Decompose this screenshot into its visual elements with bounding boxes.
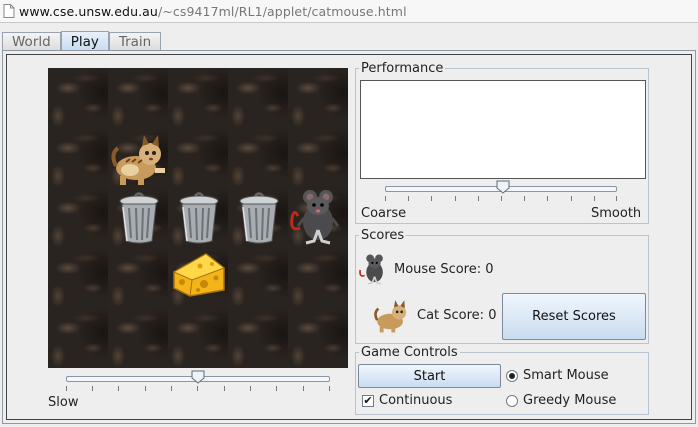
performance-graph [360, 80, 646, 179]
game-controls-title: Game Controls [361, 345, 458, 360]
cat-sprite [111, 135, 165, 185]
mouse-score-value: 0 [485, 262, 494, 277]
performance-slider-thumb[interactable] [496, 180, 510, 194]
tab-bar: World Play Train [2, 31, 162, 51]
tab-train[interactable]: Train [108, 32, 162, 51]
cheese-sprite [172, 253, 226, 297]
start-button[interactable]: Start [358, 364, 501, 388]
tab-play[interactable]: Play [60, 31, 109, 51]
url-text: www.cse.unsw.edu.au/~cs9417ml/RL1/applet… [19, 3, 407, 19]
reset-scores-button[interactable]: Reset Scores [502, 293, 646, 340]
smart-mouse-radio[interactable] [506, 370, 518, 382]
cat-score-value: 0 [488, 308, 497, 323]
speed-slider[interactable] [66, 370, 330, 392]
cat-score-label: Cat Score: [417, 308, 485, 323]
trash-can-1 [119, 192, 159, 244]
mouse-score-label: Mouse Score: [394, 262, 482, 277]
mouse-sprite [290, 190, 340, 245]
performance-smooth-label: Smooth [591, 206, 642, 221]
smart-mouse-label[interactable]: Smart Mouse [523, 368, 609, 383]
cat-score-icon [374, 300, 407, 333]
speed-slider-thumb[interactable] [191, 370, 205, 384]
continuous-checkbox[interactable]: ✔ [362, 395, 374, 407]
scores-title: Scores [361, 228, 405, 243]
tab-world[interactable]: World [2, 32, 61, 51]
url-bar[interactable]: www.cse.unsw.edu.au/~cs9417ml/RL1/applet… [0, 0, 698, 23]
performance-slider[interactable] [385, 180, 617, 202]
trash-can-3 [239, 192, 279, 244]
continuous-label[interactable]: Continuous [379, 393, 452, 408]
mouse-score-icon [359, 254, 383, 285]
page-icon [3, 4, 15, 18]
game-board [48, 68, 348, 368]
greedy-mouse-label[interactable]: Greedy Mouse [523, 393, 616, 408]
cat-score-text: Cat Score: 0 [417, 308, 497, 323]
mouse-score-text: Mouse Score: 0 [394, 262, 494, 277]
trash-can-2 [179, 192, 219, 244]
greedy-mouse-radio[interactable] [506, 395, 518, 407]
performance-title: Performance [361, 61, 444, 76]
speed-slow-label: Slow [48, 395, 79, 410]
performance-coarse-label: Coarse [361, 206, 407, 221]
speed-slider-ticks [66, 386, 330, 392]
